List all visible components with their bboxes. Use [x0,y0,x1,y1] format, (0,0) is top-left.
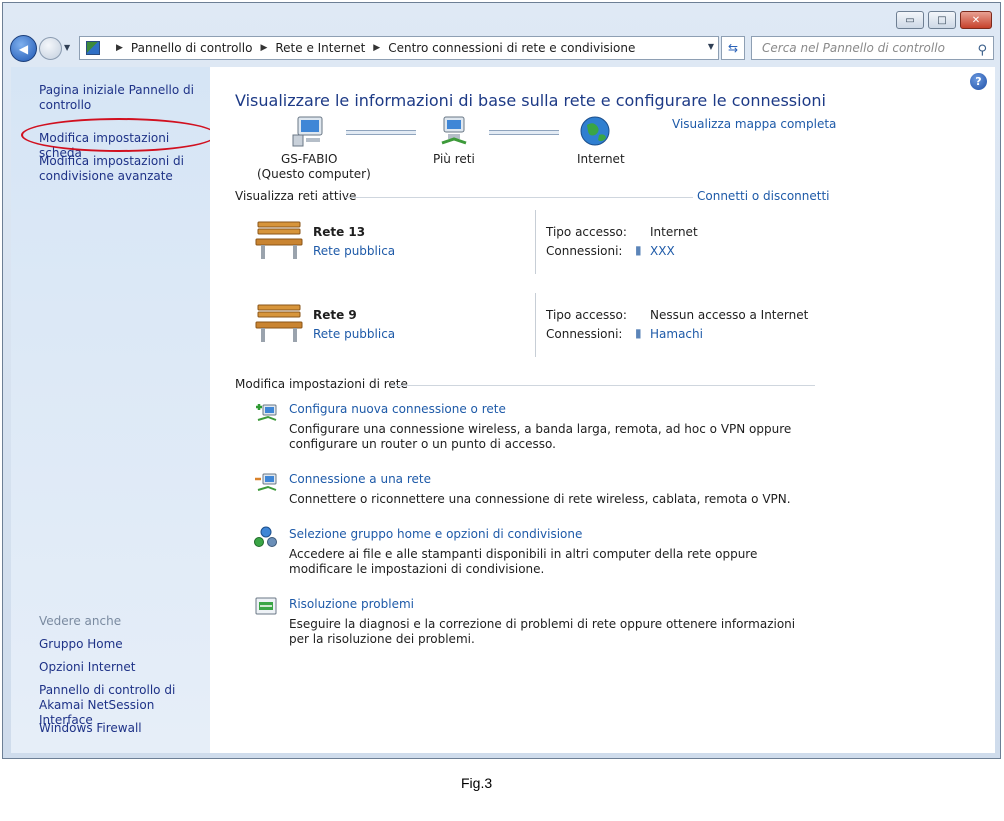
troubleshoot-icon [255,597,277,615]
refresh-icon: ⇆ [727,41,739,55]
network-name: Rete 13 [313,225,366,239]
sidebar: Pagina iniziale Pannello di controllo Mo… [11,67,217,753]
see-also-internet-options[interactable]: Opzioni Internet [39,660,207,675]
task-connect-to-network[interactable]: Connessione a una rete [289,472,431,486]
access-type-value: Internet [650,225,698,239]
task-setup-new-connection[interactable]: Configura nuova connessione o rete [289,402,506,416]
settings-header: Modifica impostazioni di rete [235,377,408,391]
network-divider [535,293,536,357]
full-map-link[interactable]: Visualizza mappa completa [672,117,836,131]
new-connection-icon [256,404,277,421]
address-bar[interactable]: ▶ Pannello di controllo ▶ Rete e Interne… [79,36,719,60]
search-placeholder: Cerca nel Pannello di controllo [762,41,945,55]
homegroup-icon [254,526,277,547]
task-homegroup-sharing[interactable]: Selezione gruppo home e opzioni di condi… [289,527,582,541]
public-network-bench-icon [255,304,303,342]
task-description: Eseguire la diagnosi e la correzione di … [289,617,796,646]
network-name: Rete 9 [313,308,357,322]
see-also-windows-firewall[interactable]: Windows Firewall [39,721,207,736]
breadcrumb-network-internet[interactable]: Rete e Internet [275,41,365,55]
see-also-homegroup[interactable]: Gruppo Home [39,637,207,652]
network-type-link[interactable]: Rete pubblica [313,244,395,258]
section-divider [391,385,815,386]
section-divider [345,197,693,198]
network-type-link[interactable]: Rete pubblica [313,327,395,341]
breadcrumb-control-panel[interactable]: Pannello di controllo [131,41,253,55]
sidebar-home-link[interactable]: Pagina iniziale Pannello di controllo [39,83,207,113]
access-type-value: Nessun accesso a Internet [650,308,809,322]
active-networks-header: Visualizza reti attive [235,189,357,203]
navigation-bar: ◀ ▼ ▶ Pannello di controllo ▶ Rete e Int… [3,33,1000,65]
forward-button[interactable] [39,37,62,60]
map-connection-line [346,130,416,135]
recent-pages-dropdown-icon[interactable]: ▼ [64,43,70,52]
breadcrumb-network-center[interactable]: Centro connessioni di rete e condivision… [388,41,635,55]
title-bar: ▭ □ ✕ [3,3,1000,33]
access-type-label: Tipo accesso: [546,225,627,239]
multiple-networks-label: Più reti [433,152,475,166]
back-button[interactable]: ◀ [10,35,37,62]
sidebar-advanced-sharing-settings[interactable]: Modifica impostazioni di condivisione av… [39,154,207,184]
internet-label: Internet [577,152,625,166]
main-content: ? Visualizzare le informazioni di base s… [210,67,995,753]
network-sharing-center-window: ▭ □ ✕ ◀ ▼ ▶ Pannello di controllo ▶ Rete… [2,2,1001,759]
breadcrumb-separator-icon: ▶ [260,43,268,53]
maximize-button[interactable]: □ [928,11,956,29]
help-icon[interactable]: ? [970,73,987,90]
task-description: Configurare una connessione wireless, a … [289,422,792,451]
task-troubleshoot[interactable]: Risoluzione problemi [289,597,414,611]
computer-icon [292,116,323,147]
close-button[interactable]: ✕ [960,11,992,29]
network-divider [535,210,536,274]
page-title: Visualizzare le informazioni di base sul… [235,91,826,110]
connect-to-network-icon [255,473,277,491]
connection-link[interactable]: Hamachi [650,327,703,341]
task-description: Accedere ai file e alle stampanti dispon… [289,547,758,576]
address-history-dropdown-icon[interactable]: ▼ [708,42,714,51]
connection-link[interactable]: XXX [650,244,675,258]
refresh-button[interactable]: ⇆ [721,36,745,60]
computer-name: GS-FABIO [281,152,338,166]
control-panel-icon [86,41,100,55]
connect-disconnect-link[interactable]: Connetti o disconnetti [697,189,830,203]
breadcrumb-separator-icon: ▶ [373,43,381,53]
internet-globe-icon [580,116,610,146]
minimize-button[interactable]: ▭ [896,11,924,29]
breadcrumb-separator-icon: ▶ [116,43,123,53]
connections-label: Connessioni: [546,327,623,341]
highlight-annotation-oval [21,118,217,152]
search-icon[interactable]: ⚲ [977,40,987,62]
network-adapter-icon: ▮ [635,243,642,257]
figure-caption: Fig.3 [461,775,493,791]
public-network-bench-icon [255,221,303,259]
task-description: Connettere o riconnettere una connession… [289,492,791,506]
multiple-networks-icon [441,116,467,145]
access-type-label: Tipo accesso: [546,308,627,322]
computer-subtitle: (Questo computer) [257,167,371,181]
see-also-header: Vedere anche [39,614,122,628]
search-input[interactable]: Cerca nel Pannello di controllo ⚲ [751,36,994,60]
network-adapter-icon: ▮ [635,326,642,340]
connections-label: Connessioni: [546,244,623,258]
map-connection-line [489,130,559,135]
